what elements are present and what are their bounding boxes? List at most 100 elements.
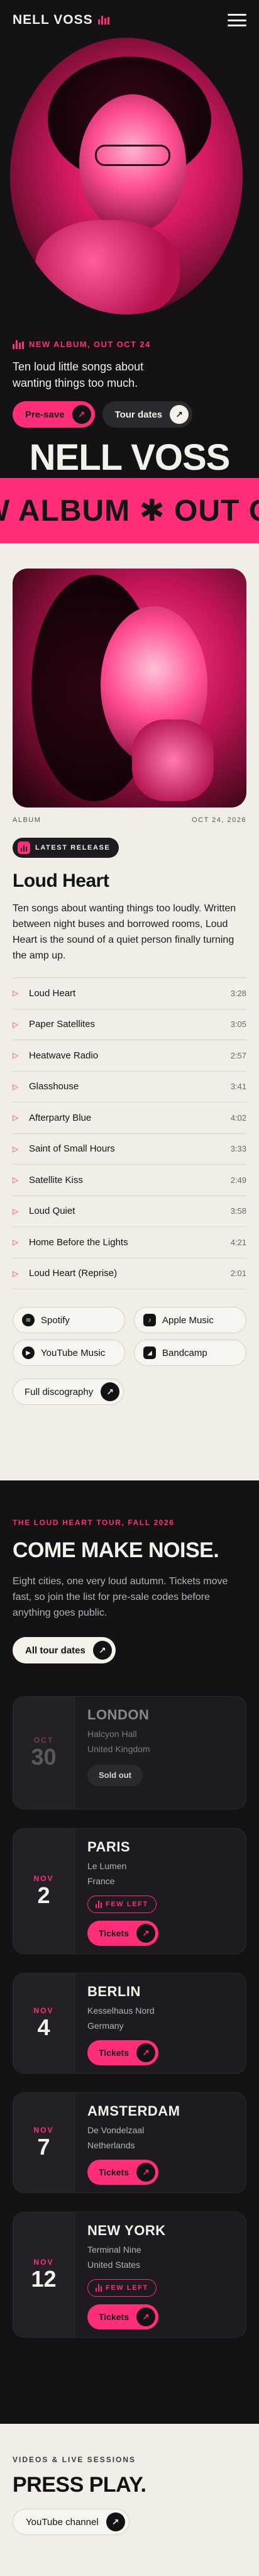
youtube-music-icon: ▶ [22,1346,35,1359]
show-month: NOV [33,2126,54,2135]
arrow-up-right-icon: ↗ [136,2163,155,2182]
track-duration: 4:02 [230,1113,246,1123]
show-date: NOV 2 [13,1829,75,1953]
few-left-badge: FEW LEFT [87,1896,157,1913]
few-left-text: FEW LEFT [106,2284,148,2292]
track-row[interactable]: ▷ Loud Heart (Reprise) 2:01 [13,1258,246,1289]
tickets-label: Tickets [99,2167,129,2177]
show-day: 4 [37,2014,50,2040]
presave-label: Pre-save [25,409,65,420]
youtube-music-button[interactable]: ▶ YouTube Music [13,1340,125,1366]
arrow-up-right-icon: ↗ [92,1641,112,1660]
show-city: BERLIN [87,1984,141,1999]
show-date: NOV 7 [13,2093,75,2192]
apple-music-button[interactable]: ♪ Apple Music [134,1307,246,1333]
track-row[interactable]: ▷ Loud Quiet 3:58 [13,1196,246,1227]
bandcamp-button[interactable]: ◢ Bandcamp [134,1340,246,1366]
track-duration: 2:57 [230,1050,246,1060]
play-icon: ▷ [13,1051,19,1060]
presave-button[interactable]: Pre-save ↗ [13,401,95,428]
arrow-up-right-icon: ↗ [106,2512,125,2531]
platform-label: YouTube Music [41,1347,106,1358]
track-title: Paper Satellites [29,1019,96,1030]
play-icon: ▷ [13,989,19,998]
album-date: OCT 24, 2026 [192,816,246,824]
track-title: Glasshouse [29,1081,79,1092]
show-card: NOV 7 AMSTERDAM De Vondelzaal Netherland… [13,2092,246,2193]
release-section: ALBUM OCT 24, 2026 LATEST RELEASE Loud H… [0,543,259,1480]
sold-out-badge: Sold out [87,1765,143,1786]
arrow-up-right-icon: ↗ [136,2043,155,2062]
show-venue: Kesselhaus Nord [87,2006,155,2016]
show-date: NOV 4 [13,1974,75,2073]
play-icon: ▷ [13,1113,19,1123]
equalizer-icon [96,2284,102,2292]
discography-label: Full discography [25,1386,94,1397]
latest-release-badge: LATEST RELEASE [13,838,119,858]
few-left-badge: FEW LEFT [87,2279,157,2297]
show-day: 2 [37,1882,50,1908]
page: NELL VOSS NEW ALBUM, OUT OCT 24 Ten loud… [0,0,259,2576]
track-row[interactable]: ▷ Paper Satellites 3:05 [13,1009,246,1040]
show-venue: De Vondelzaal [87,2125,145,2135]
show-card: OCT 30 LONDON Halcyon Hall United Kingdo… [13,1696,246,1809]
equalizer-icon [13,340,24,349]
tickets-button[interactable]: Tickets ↗ [87,1921,158,1946]
track-row[interactable]: ▷ Loud Heart 3:28 [13,978,246,1009]
album-cover [13,569,246,808]
show-month: NOV [33,1874,54,1883]
track-row[interactable]: ▷ Satellite Kiss 2:49 [13,1165,246,1196]
play-icon: ▷ [13,1206,19,1216]
track-title: Heatwave Radio [29,1050,99,1061]
equalizer-icon [18,841,30,854]
track-row[interactable]: ▷ Glasshouse 3:41 [13,1072,246,1102]
platform-label: Apple Music [162,1314,214,1326]
youtube-channel-label: YouTube channel [26,2516,99,2528]
play-icon: ▷ [13,1269,19,1278]
tickets-label: Tickets [99,2312,129,2322]
bandcamp-icon: ◢ [143,1346,156,1359]
show-month: NOV [33,2258,54,2267]
spotify-button[interactable]: ≋ Spotify [13,1307,125,1333]
track-row[interactable]: ▷ Home Before the Lights 4:21 [13,1227,246,1258]
track-row[interactable]: ▷ Afterparty Blue 4:02 [13,1102,246,1134]
show-month: OCT [33,1736,54,1745]
track-duration: 4:21 [230,1237,246,1247]
arrow-up-right-icon: ↗ [136,2307,155,2326]
tickets-button[interactable]: Tickets ↗ [87,2160,158,2185]
marquee-text: W ALBUM ✱ OUT OCT [0,494,259,528]
track-row[interactable]: ▷ Saint of Small Hours 3:33 [13,1134,246,1165]
hamburger-menu-icon[interactable] [228,14,246,26]
apple-music-icon: ♪ [143,1314,156,1326]
youtube-channel-button[interactable]: YouTube channel ↗ [13,2509,130,2535]
show-venue: Halcyon Hall [87,1729,137,1739]
play-icon: ▷ [13,1238,19,1247]
full-discography-button[interactable]: Full discography ↗ [13,1379,124,1405]
album-title: Loud Heart [13,870,109,891]
spotify-icon: ≋ [22,1314,35,1326]
top-bar: NELL VOSS [0,0,259,40]
tickets-button[interactable]: Tickets ↗ [87,2304,158,2329]
video-title: PRESS PLAY. [13,2473,146,2497]
hero-tagline: Ten loud little songs about wanting thin… [13,360,144,389]
site-logo[interactable]: NELL VOSS [13,13,109,28]
logo-text: NELL VOSS [13,13,93,27]
track-title: Afterparty Blue [29,1112,92,1123]
track-list: ▷ Loud Heart 3:28 ▷ Paper Satellites 3:05 ▷ H… [13,977,246,1289]
tour-dates-button[interactable]: Tour dates ↗ [102,401,193,428]
show-card: NOV 12 NEW YORK Terminal Nine United Sta… [13,2212,246,2338]
track-title: Home Before the Lights [29,1236,128,1248]
tickets-button[interactable]: Tickets ↗ [87,2040,158,2065]
track-title: Loud Quiet [29,1206,75,1217]
all-tour-dates-button[interactable]: All tour dates ↗ [13,1637,116,1663]
show-card: NOV 2 PARIS Le Lumen France FEW LEFT Tic… [13,1828,246,1954]
album-meta: ALBUM OCT 24, 2026 [13,816,246,824]
video-eyebrow: VIDEOS & LIVE SESSIONS [13,2455,136,2464]
show-country: France [87,1876,115,1886]
show-venue: Terminal Nine [87,2245,141,2255]
track-row[interactable]: ▷ Heatwave Radio 2:57 [13,1040,246,1072]
show-day: 12 [31,2266,57,2292]
play-icon: ▷ [13,1144,19,1153]
show-city: NEW YORK [87,2223,166,2238]
track-title: Loud Heart (Reprise) [29,1268,118,1279]
